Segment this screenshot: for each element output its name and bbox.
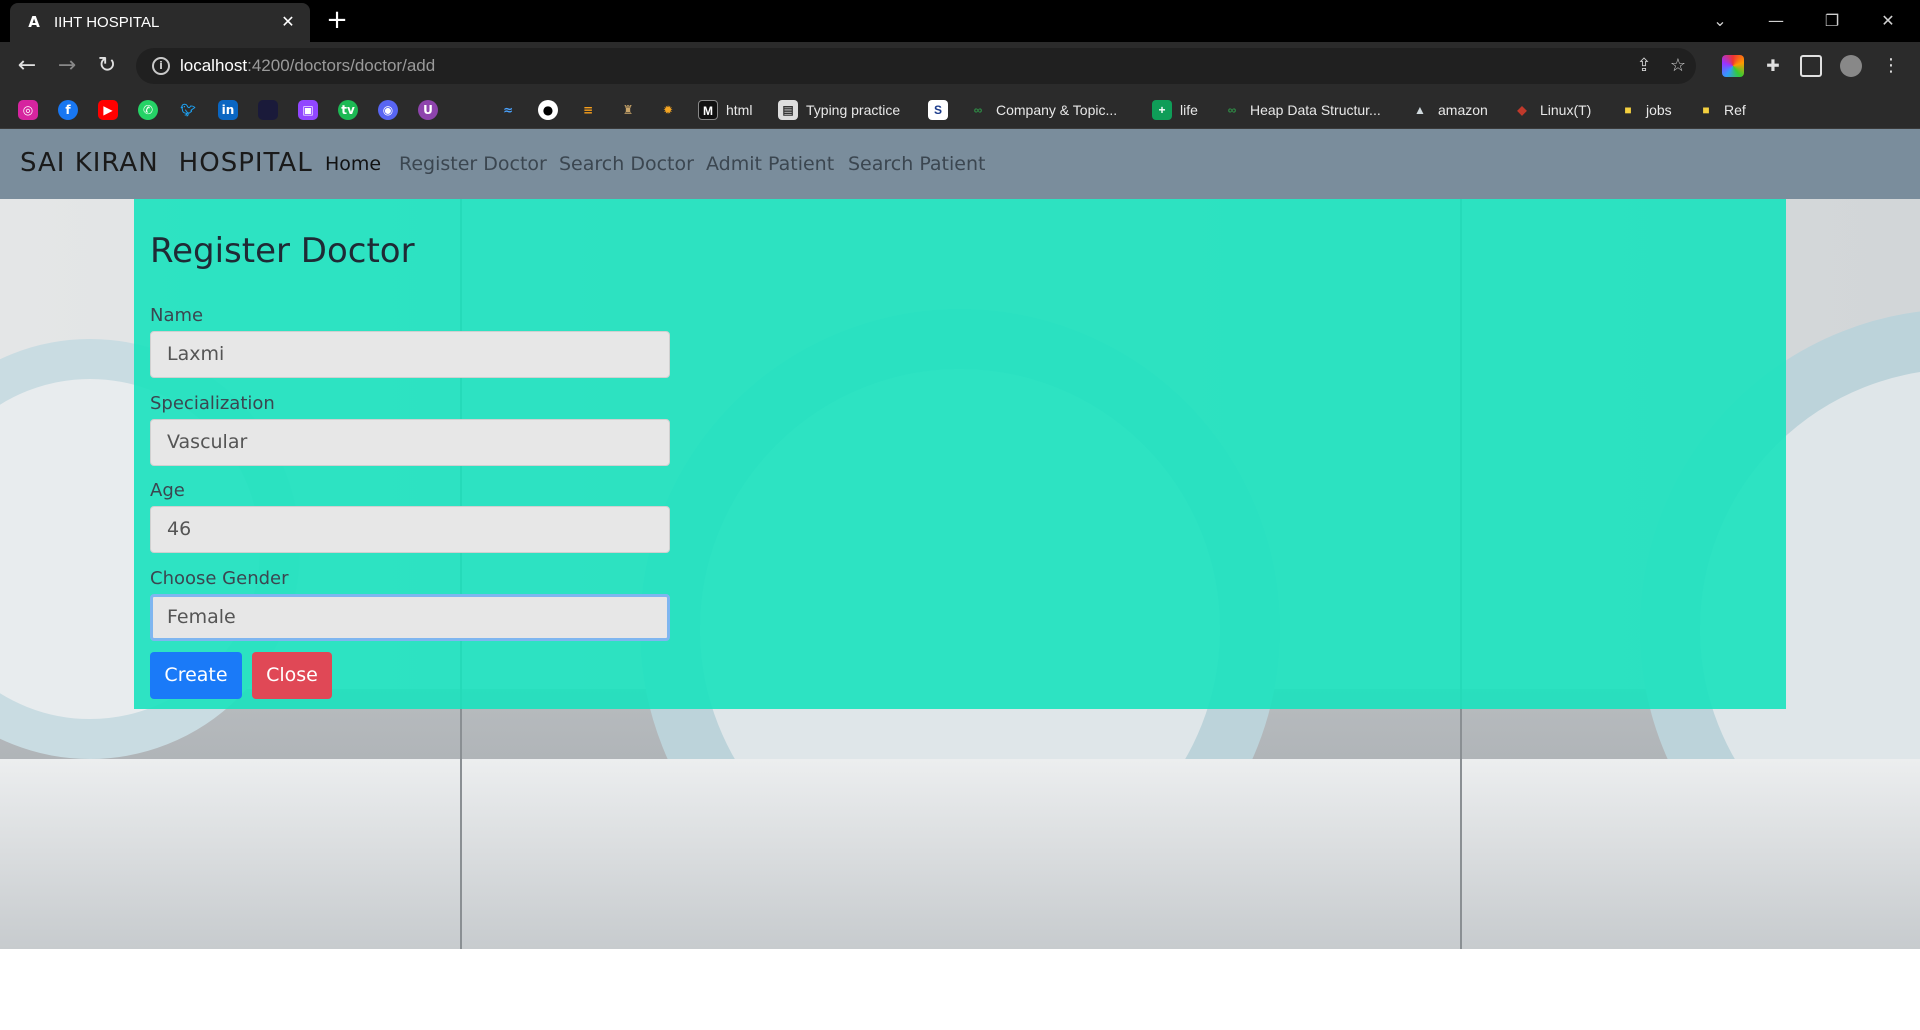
name-input[interactable]: Laxmi [150, 331, 670, 378]
page-viewport: SAI KIRAN HOSPITAL Home Register Doctor S… [0, 129, 1920, 1030]
page-title: Register Doctor [150, 231, 415, 271]
nav-register-doctor[interactable]: Register Doctor [399, 153, 547, 175]
nav-home[interactable]: Home [325, 153, 381, 175]
register-doctor-panel: Register Doctor Name Laxmi Specializatio… [134, 199, 1786, 709]
gear-sun-icon[interactable]: ✹ [658, 100, 678, 120]
tab-title: IIHT HOSPITAL [54, 14, 160, 31]
close-tab-icon[interactable]: ✕ [278, 12, 298, 32]
bookmark-linux[interactable]: ◆ Linux(T) [1512, 98, 1591, 122]
back-icon[interactable]: ← [12, 51, 42, 81]
bookmark-jobs[interactable]: ■ jobs [1618, 98, 1671, 122]
facebook-icon[interactable]: f [58, 100, 78, 120]
stackoverflow-icon[interactable]: ≡ [578, 100, 598, 120]
bookmark-amazon[interactable]: ▲ amazon [1410, 98, 1488, 122]
age-input[interactable]: 46 [150, 506, 670, 553]
gender-select[interactable]: Female [150, 594, 670, 641]
plus-icon: + [1152, 100, 1172, 120]
instagram-icon[interactable]: ◎ [18, 100, 38, 120]
minimize-icon[interactable]: — [1756, 6, 1796, 36]
browser-toolbar: ← → ↻ i localhost:4200/doctors/doctor/ad… [0, 42, 1920, 89]
gfg-icon: ∞ [1227, 103, 1237, 117]
tv-icon[interactable]: tv [338, 100, 358, 120]
close-window-icon[interactable]: ✕ [1868, 6, 1908, 36]
m-icon: M [698, 100, 718, 120]
s-icon: S [928, 100, 948, 120]
address-bar[interactable]: i localhost:4200/doctors/doctor/add ⇪ ☆ [136, 48, 1696, 84]
whatsapp-icon[interactable]: ✆ [138, 100, 158, 120]
url-text[interactable]: localhost:4200/doctors/doctor/add [180, 56, 435, 76]
age-label: Age [150, 480, 185, 501]
u-site-icon[interactable]: U [418, 100, 438, 120]
name-label: Name [150, 305, 204, 326]
box-icon: ◆ [1517, 103, 1527, 117]
twitch-icon[interactable]: ▣ [298, 100, 318, 120]
bookmarks-bar: ◎ f ▶ ✆ 🐦︎ in ▣ tv ◉ U ≈ ● ≡ ♜ ✹ M html … [0, 89, 1920, 129]
blank-site-icon[interactable] [258, 100, 278, 120]
nav-admit-patient[interactable]: Admit Patient [706, 153, 834, 175]
tab-search-icon[interactable]: ⌄ [1700, 6, 1740, 36]
bookmark-html[interactable]: M html [698, 98, 752, 122]
browser-tab[interactable]: A IIHT HOSPITAL ✕ [10, 3, 310, 42]
twitter-icon[interactable]: 🐦︎ [178, 100, 198, 120]
gfg-icon: ∞ [973, 103, 983, 117]
angular-favicon-icon: A [28, 13, 40, 31]
bookmark-s-site[interactable]: S [928, 98, 948, 122]
close-button[interactable]: Close [252, 652, 332, 699]
wave-icon[interactable]: ≈ [498, 100, 518, 120]
youtube-icon[interactable]: ▶ [98, 100, 118, 120]
restore-icon[interactable]: ❐ [1812, 6, 1852, 36]
nav-search-patient[interactable]: Search Patient [848, 153, 985, 175]
page-icon: ▤ [778, 100, 798, 120]
emblem-icon[interactable]: ♜ [618, 100, 638, 120]
app-navbar: SAI KIRAN HOSPITAL Home Register Doctor S… [0, 129, 1920, 199]
browser-tab-bar: A IIHT HOSPITAL ✕ + ⌄ — ❐ ✕ [0, 0, 1920, 42]
bookmark-ref[interactable]: ■ Ref [1696, 98, 1745, 122]
bookmark-star-icon[interactable]: ☆ [1666, 54, 1690, 78]
gender-label: Choose Gender [150, 568, 289, 589]
forward-icon[interactable]: → [52, 51, 82, 81]
github-icon[interactable]: ● [538, 100, 558, 120]
site-info-icon[interactable]: i [152, 57, 170, 75]
side-panel-icon[interactable] [1800, 55, 1822, 77]
linkedin-icon[interactable]: in [218, 100, 238, 120]
color-extension-icon[interactable] [1722, 55, 1744, 77]
extensions-puzzle-icon[interactable]: ✚ [1762, 55, 1784, 77]
mountain-icon: ▲ [1414, 103, 1426, 117]
specialization-input[interactable]: Vascular [150, 419, 670, 466]
bookmark-typing-practice[interactable]: ▤ Typing practice [778, 98, 900, 122]
brand-logo[interactable]: SAI KIRAN HOSPITAL [20, 148, 313, 178]
menu-kebab-icon[interactable]: ⋮ [1880, 55, 1902, 77]
profile-avatar[interactable] [1840, 55, 1862, 77]
reload-icon[interactable]: ↻ [92, 51, 122, 81]
bookmark-heap[interactable]: ∞ Heap Data Structur... [1222, 98, 1381, 122]
specialization-label: Specialization [150, 393, 275, 414]
folder-icon: ■ [1702, 103, 1710, 117]
discord-icon[interactable]: ◉ [378, 100, 398, 120]
folder-icon: ■ [1624, 103, 1632, 117]
bookmark-company-topic[interactable]: ∞ Company & Topic... [968, 98, 1117, 122]
bookmark-life[interactable]: + life [1152, 98, 1198, 122]
create-button[interactable]: Create [150, 652, 242, 699]
share-icon[interactable]: ⇪ [1632, 54, 1656, 78]
new-tab-icon[interactable]: + [324, 7, 350, 34]
nav-search-doctor[interactable]: Search Doctor [559, 153, 694, 175]
